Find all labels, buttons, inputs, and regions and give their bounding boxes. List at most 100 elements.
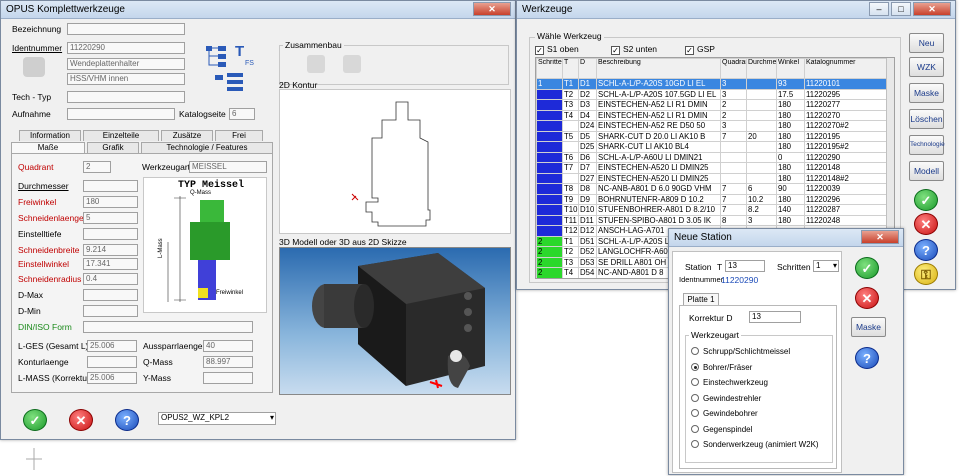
quadrant-field[interactable]: 2 [83,161,111,173]
tab-technologie-features[interactable]: Technologie / Features [141,142,273,153]
table-row[interactable]: 1 T1 D1 SCHL-A-L/P-A20S 10GD LI EL 3 93 112201… [536,78,889,90]
minimize-button[interactable]: – [869,2,889,16]
tool-type-icon[interactable]: T FS [233,41,255,67]
close-station-button[interactable]: ✕ [861,230,899,244]
column-header[interactable]: Beschreibung [596,58,721,79]
tools-cancel-button[interactable]: ✕ [914,213,938,235]
table-row[interactable]: T10 D10 STUFENBOHRER-A801 D 8.2/10 7 8.2 140 1… [536,204,889,216]
column-header[interactable]: D [578,58,597,79]
station-help-button[interactable]: ? [855,347,879,369]
einstellwinkel-field[interactable]: 17.341 [83,258,138,270]
aussparlaenge-field[interactable]: 40 [203,340,253,352]
wzk-button[interactable]: WZK [909,57,944,77]
werkzeugart-option[interactable]: Gewindebohrer [691,409,758,418]
dmin-field[interactable] [83,305,138,317]
list-structure-icon[interactable] [215,73,245,93]
column-header[interactable]: Quadrant [720,58,747,79]
cancel-button[interactable]: ✕ [69,409,93,431]
key-icon[interactable]: ⚿ [914,263,938,285]
tab-information[interactable]: Information [19,130,81,141]
station-cancel-button[interactable]: ✕ [855,287,879,309]
column-header[interactable]: Durchmesser [746,58,777,79]
checkbox-s1-oben[interactable]: ✓ S1 oben [535,44,579,55]
kontur-2d-view[interactable] [279,89,511,234]
tools-help-button[interactable]: ? [914,239,938,261]
werkzeugart-option[interactable]: Gewindestrehler [691,393,761,403]
techtyp-field[interactable] [67,91,185,103]
radio-button[interactable] [691,424,699,433]
close-window-button[interactable]: ✕ [473,2,511,16]
technologie-button[interactable]: Technologie [909,135,945,155]
table-row[interactable]: T9 D9 BOHRNUTENFR-A809 D 10.2 7 10.2 180 11220… [536,193,889,205]
ok-button[interactable]: ✓ [23,409,47,431]
werkzeugart-field[interactable]: MEISSEL [189,161,267,173]
werkzeugart-option[interactable]: Gegenspindel [691,424,752,434]
column-header[interactable]: Winkel [776,58,805,79]
column-header[interactable]: Schritten [536,58,563,79]
schritten-select[interactable]: 1 ▾ [813,260,839,272]
radio-button[interactable] [691,393,699,402]
tab-grafik[interactable]: Grafik [87,142,139,153]
tools-ok-button[interactable]: ✓ [914,189,938,211]
table-row[interactable]: D24 EINSTECHEN-A52 RE D50 50 3 180 11220270#… [536,120,889,132]
modell-button[interactable]: Modell [909,161,944,181]
katalogseite-field[interactable]: 6 [229,108,255,120]
table-row[interactable]: T2 D2 SCHL-A-L/P-A20S 107.5GD LI EL 3 17.5 11… [536,88,889,100]
radio-button[interactable] [691,347,699,355]
neu-button[interactable]: Neu [909,33,944,53]
aufnahme-field[interactable] [67,108,175,120]
station-ok-button[interactable]: ✓ [855,257,879,279]
durchmesser-field[interactable] [83,180,138,192]
config-select[interactable]: OPUS2_WZ_KPL2 ▾ [158,412,276,425]
assembly-icon-2[interactable] [343,55,361,73]
dmax-field[interactable] [83,289,138,301]
table-row[interactable]: T6 D6 SCHL-A-L/P-A60U LI DMIN21 0 11220290 [536,151,889,163]
lmass-field[interactable]: 25.006 [87,372,137,384]
help-button[interactable]: ? [115,409,139,431]
loeschen-button[interactable]: Löschen [909,109,944,129]
qmass-field[interactable]: 88.997 [203,356,253,368]
identnummer-field[interactable]: 11220290 [67,42,185,54]
checkbox-s2-unten[interactable]: ✓ S2 unten [611,44,657,55]
table-row[interactable]: D27 EINSTECHEN-A520 LI DMIN25 180 11220148#… [536,172,889,184]
konturlaenge-field[interactable] [87,356,137,368]
tab-frei[interactable]: Frei [215,130,263,141]
einstelltiefe-field[interactable] [83,228,138,240]
werkzeugart-option[interactable]: Schrupp/Schlichtmeissel [691,347,790,356]
table-row[interactable]: T3 D3 EINSTECHEN-A52 LI R1 DMIN 2 180 1122027… [536,99,889,111]
schneidenradius-field[interactable]: 0.4 [83,273,138,285]
table-row[interactable]: T4 D4 EINSTECHEN-A52 LI R1 DMIN 2 180 1122027… [536,109,889,121]
radio-button[interactable] [691,409,699,417]
description-field-2[interactable]: HSS/VHM innen [67,73,185,85]
werkzeugart-option[interactable]: Sonderwerkzeug (animiert W2K) [691,440,819,449]
werkzeugart-option[interactable]: Bohrer/Fräser [691,362,752,372]
checkbox-gsp[interactable]: ✓ GSP [685,44,715,55]
maske-button[interactable]: Maske [909,83,944,103]
table-row[interactable]: T8 D8 NC-ANB-A801 D 6.0 90GD VHM 7 6 90 112200… [536,183,889,195]
close-werkzeuge-button[interactable]: ✕ [913,2,951,16]
lges-field[interactable]: 25.006 [87,340,137,352]
maximize-button[interactable]: □ [891,2,911,16]
station-maske-button[interactable]: Maske [851,317,886,337]
schneidenbreite-field[interactable]: 9.214 [83,244,138,256]
tree-structure-icon[interactable] [204,44,228,70]
din-iso-form-field[interactable] [83,321,253,333]
radio-button[interactable] [691,440,699,448]
column-header[interactable]: Katalognummer [804,58,889,79]
table-row[interactable]: T11 D11 STUFEN-SPIBO-A801 D 3.05 IK 8 3 180 11… [536,214,889,226]
column-header[interactable]: T [562,58,579,79]
freiwinkel-field[interactable]: 180 [83,196,138,208]
radio-button[interactable] [691,362,699,371]
tab-zusaetze[interactable]: Zusätze [161,130,213,141]
schneidenlaenge-field[interactable]: 5 [83,212,138,224]
radio-button[interactable] [691,378,699,386]
assembly-icon-1[interactable] [307,55,325,73]
station-t-field[interactable]: 13 [725,260,765,272]
werkzeugart-option[interactable]: Einstechwerkzeug [691,378,768,387]
table-row[interactable]: D25 SHARK-CUT LI AK10 BL4 180 11220195#2 [536,141,889,153]
tab-einzelteile[interactable]: Einzelteile [83,130,159,141]
ymass-field[interactable] [203,372,253,384]
table-row[interactable]: T5 D5 SHARK-CUT D 20.0 LI AK10 B 7 20 180 1122… [536,130,889,142]
modell-3d-view[interactable] [279,247,511,395]
korrektur-field[interactable]: 13 [749,311,801,323]
